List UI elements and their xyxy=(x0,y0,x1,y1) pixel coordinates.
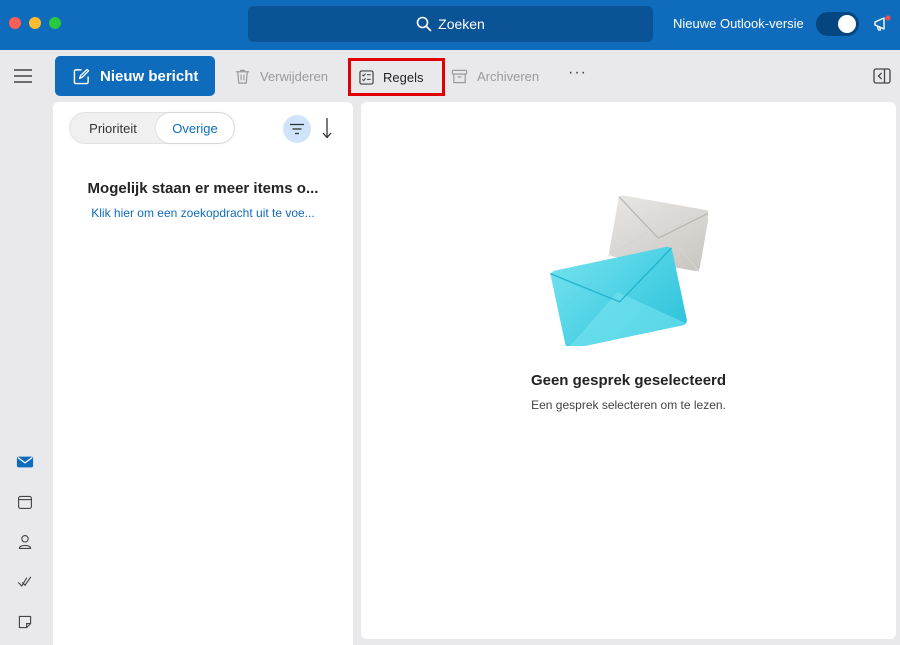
toggle-knob xyxy=(838,15,856,33)
archive-icon xyxy=(451,69,468,83)
more-options-button[interactable]: ··· xyxy=(568,64,586,84)
message-list-panel: Prioriteit Overige Mogelijk staan er mee… xyxy=(53,102,353,645)
title-bar: Zoeken Nieuwe Outlook-versie xyxy=(0,0,900,50)
rules-icon xyxy=(359,69,374,85)
no-conversation-subtitle: Een gesprek selecteren om te lezen. xyxy=(531,398,726,412)
trash-icon xyxy=(235,69,250,84)
sort-icon[interactable] xyxy=(318,116,334,140)
compose-icon xyxy=(73,68,90,84)
filter-button[interactable] xyxy=(283,115,311,143)
close-window-button[interactable] xyxy=(9,17,21,29)
search-server-link[interactable]: Klik hier om een zoekopdracht uit te voe… xyxy=(53,206,353,220)
tab-overige[interactable]: Overige xyxy=(156,113,234,143)
minimize-window-button[interactable] xyxy=(29,17,41,29)
search-box[interactable]: Zoeken xyxy=(248,6,653,42)
todo-icon[interactable] xyxy=(15,572,35,592)
archive-label: Archiveren xyxy=(477,68,540,84)
reading-pane: Geen gesprek geselecteerd Een gesprek se… xyxy=(361,102,896,639)
no-conversation-title: Geen gesprek geselecteerd xyxy=(530,372,727,389)
menu-icon[interactable] xyxy=(14,68,32,84)
calendar-icon[interactable] xyxy=(15,492,35,512)
new-message-label: Nieuw bericht xyxy=(100,67,199,85)
zoom-window-button[interactable] xyxy=(49,17,61,29)
mail-icon[interactable] xyxy=(15,452,35,472)
envelopes-illustration xyxy=(550,195,708,346)
new-outlook-label: Nieuwe Outlook-versie xyxy=(673,16,804,31)
more-items-heading: Mogelijk staan er meer items o... xyxy=(87,180,319,197)
rules-label: Regels xyxy=(383,69,424,85)
people-icon[interactable] xyxy=(15,532,35,552)
delete-button[interactable]: Verwijderen xyxy=(234,60,328,92)
filter-icon xyxy=(290,123,304,135)
tab-prioriteit[interactable]: Prioriteit xyxy=(70,113,156,143)
collapse-pane-icon[interactable] xyxy=(873,68,891,84)
megaphone-icon[interactable] xyxy=(872,14,892,34)
archive-button[interactable]: Archiveren xyxy=(451,60,539,92)
delete-label: Verwijderen xyxy=(260,68,328,84)
new-message-button[interactable]: Nieuw bericht xyxy=(55,56,215,96)
inbox-tab-switcher: Prioriteit Overige xyxy=(69,112,235,144)
notes-icon[interactable] xyxy=(15,612,35,632)
search-icon xyxy=(416,16,432,32)
search-label: Zoeken xyxy=(438,16,485,32)
rules-button[interactable]: Regels xyxy=(348,58,445,96)
new-outlook-toggle[interactable] xyxy=(816,12,859,36)
